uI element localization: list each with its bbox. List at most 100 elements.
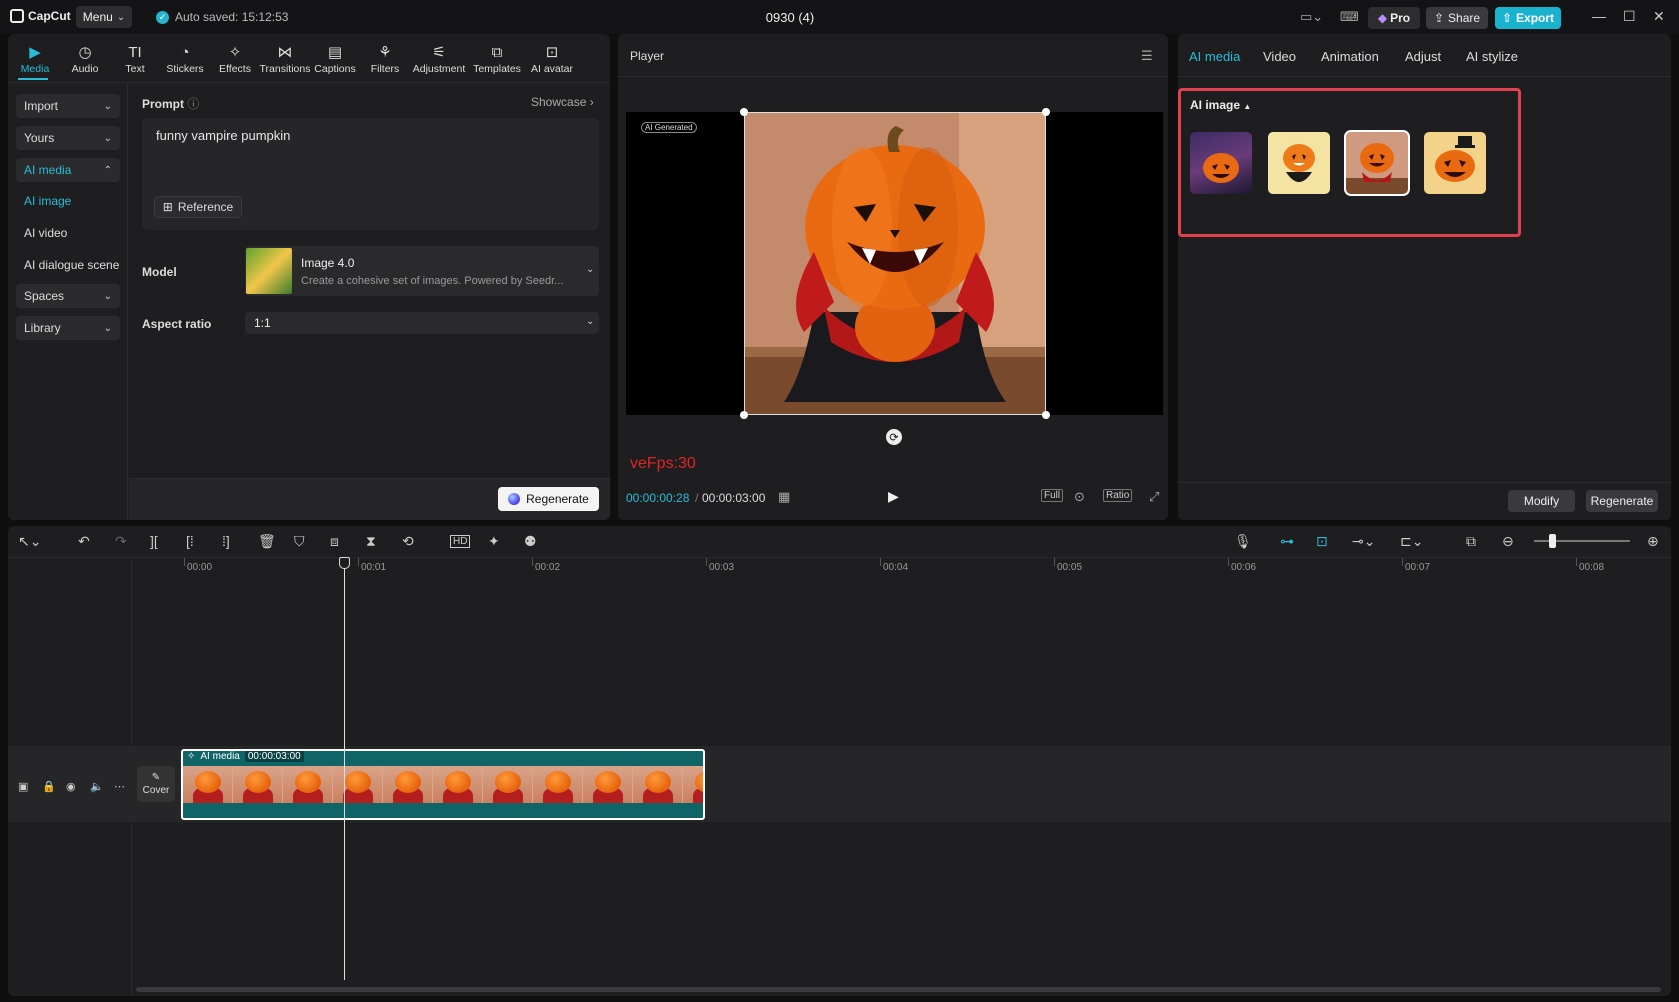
tab-ai-avatar[interactable]: ⊡ AI avatar [526,42,578,78]
tab-stickers[interactable]: ◔ Stickers [160,42,210,78]
timeline-scrollbar[interactable] [136,987,1661,992]
redo-icon[interactable]: ↷ [115,533,127,550]
microphone-icon[interactable]: 🎙 [1234,533,1252,550]
tab-adjustment[interactable]: ⚟ Adjustment [410,42,468,78]
speaker-icon[interactable]: 🔈 [90,780,104,793]
sidebar-item-yours[interactable]: Yours ⌄ [16,126,120,150]
sparkle-icon: ✧ [187,751,196,762]
prompt-text[interactable]: funny vampire pumpkin [156,128,290,143]
resize-handle[interactable] [740,411,748,419]
fullscreen-icon[interactable]: ⤢ [1149,489,1159,505]
chain-icon[interactable]: ⊸⌄ [1352,533,1375,550]
info-icon[interactable]: ⓘ [187,97,199,111]
hamburger-icon[interactable]: ☰ [1141,48,1153,64]
eye-icon[interactable]: ◉ [66,780,76,793]
modify-button[interactable]: Modify [1508,490,1575,512]
timeline-ruler[interactable]: 00:00 00:01 00:02 00:03 00:04 00:05 00:0… [180,558,1660,576]
tab-ai-media[interactable]: AI media [1189,49,1240,64]
diamond-icon: ◆ [1377,11,1388,25]
tab-transitions[interactable]: ⋈ Transitions [260,42,311,78]
reference-button[interactable]: ⊞ Reference [154,196,242,218]
trash-icon[interactable]: 🗑 [258,533,276,550]
tab-adjust[interactable]: Adjust [1405,49,1441,64]
selection-frame[interactable] [744,112,1046,415]
shield-icon[interactable]: ⛉ [294,533,305,550]
tab-ai-stylize[interactable]: AI stylize [1466,49,1518,64]
regenerate-button[interactable]: Regenerate [498,487,599,511]
tab-animation[interactable]: Animation [1321,49,1379,64]
tab-filters[interactable]: ⚘ Filters [360,42,410,78]
shortcut-icon[interactable]: ⌨ [1340,9,1359,25]
sidebar-item-ai-dialogue-scene[interactable]: AI dialogue scene [24,258,119,272]
crop-icon[interactable]: ⧈ [330,533,339,550]
undo-icon[interactable]: ↶ [78,533,90,550]
fit-icon[interactable]: ⧉ [1466,533,1476,550]
ai-image-thumb[interactable] [1424,132,1486,194]
play-button[interactable]: ▶ [888,488,899,505]
sidebar-item-ai-media[interactable]: AI media ⌃ [16,158,120,182]
layout-icon[interactable]: ▭⌄ [1300,9,1323,25]
tab-templates[interactable]: ⧉ Templates [468,42,526,78]
tick-label: 00:06 [1231,562,1257,573]
ai-image-thumb-selected[interactable] [1344,130,1410,196]
playhead-line[interactable] [344,560,345,980]
full-button[interactable]: Full [1041,489,1064,502]
link-clips-icon[interactable]: ⊶ [1280,533,1294,550]
delete-left-icon[interactable]: [⁞ [186,533,194,549]
zoom-out-icon[interactable]: ⊖ [1502,533,1514,550]
cover-button[interactable]: ✎ Cover [137,766,175,802]
resize-handle[interactable] [1042,411,1050,419]
close-icon[interactable]: ✕ [1653,8,1665,25]
more-icon[interactable]: ⋯ [114,780,125,793]
hd-icon[interactable]: HD [450,535,471,548]
preview-axis-icon[interactable]: ⊏⌄ [1400,533,1423,550]
sidebar-item-library[interactable]: Library ⌄ [16,316,120,340]
split-icon[interactable]: ][ [150,533,158,549]
maximize-icon[interactable]: ☐ [1623,8,1636,25]
playhead-handle[interactable] [339,557,350,569]
ai-image-thumb[interactable] [1268,132,1330,194]
ai-image-section[interactable]: AI image ▲ [1190,98,1251,112]
zoom-in-icon[interactable]: ⊕ [1647,533,1659,550]
lock-icon[interactable]: 🔒 [42,780,56,793]
person-effect-icon[interactable]: ⚉ [524,533,537,550]
select-tool-icon[interactable]: ↖⌄ [18,533,41,550]
tab-media[interactable]: ▶ Media [10,42,60,78]
share-button[interactable]: ⇪ Share [1426,7,1488,29]
sidebar-item-import[interactable]: Import ⌄ [16,94,120,118]
showcase-link[interactable]: Showcase › [531,95,594,109]
tick-label: 00:04 [883,562,909,573]
pro-button[interactable]: ◆ Pro [1368,7,1420,29]
waveform-icon[interactable]: ▦ [778,489,790,505]
export-button[interactable]: ⇧ Export [1495,7,1561,29]
resize-handle[interactable] [740,108,748,116]
clip-frame [683,766,703,803]
tab-captions[interactable]: ▤ Captions [310,42,360,78]
ai-image-thumb[interactable] [1190,132,1252,194]
resize-handle[interactable] [1042,108,1050,116]
tab-audio[interactable]: ◷ Audio [60,42,110,78]
model-select[interactable] [245,246,599,296]
chevron-down-icon: ⌄ [586,316,595,327]
document-title[interactable]: 0930 (4) [740,10,840,25]
magnet-icon[interactable]: ⊡ [1316,533,1328,550]
regenerate-right-button[interactable]: Regenerate [1586,490,1658,512]
sidebar-item-ai-image[interactable]: AI image [24,194,71,208]
ratio-button[interactable]: Ratio [1103,489,1133,502]
screenshot-icon[interactable]: ⊙ [1074,489,1085,505]
tab-video[interactable]: Video [1263,49,1296,64]
track-toggle-icon[interactable]: ▣ [18,780,28,793]
delete-right-icon[interactable]: ⁞] [222,533,230,549]
zoom-slider-handle[interactable] [1549,534,1556,548]
menu-button[interactable]: Menu ⌄ [76,6,132,28]
minimize-icon[interactable]: — [1592,8,1606,24]
mirror-icon[interactable]: ⧗ [366,533,376,550]
rotate-icon[interactable]: ⟳ [886,429,902,445]
tab-effects[interactable]: ✧ Effects [210,42,260,78]
sidebar-item-spaces[interactable]: Spaces ⌄ [16,284,120,308]
rotate-clip-icon[interactable]: ⟲ [402,533,414,550]
aspect-ratio-select[interactable] [245,312,599,334]
tab-text[interactable]: TI Text [110,42,160,78]
sidebar-item-ai-video[interactable]: AI video [24,226,67,240]
magic-wand-icon[interactable]: ✦ [488,533,500,550]
